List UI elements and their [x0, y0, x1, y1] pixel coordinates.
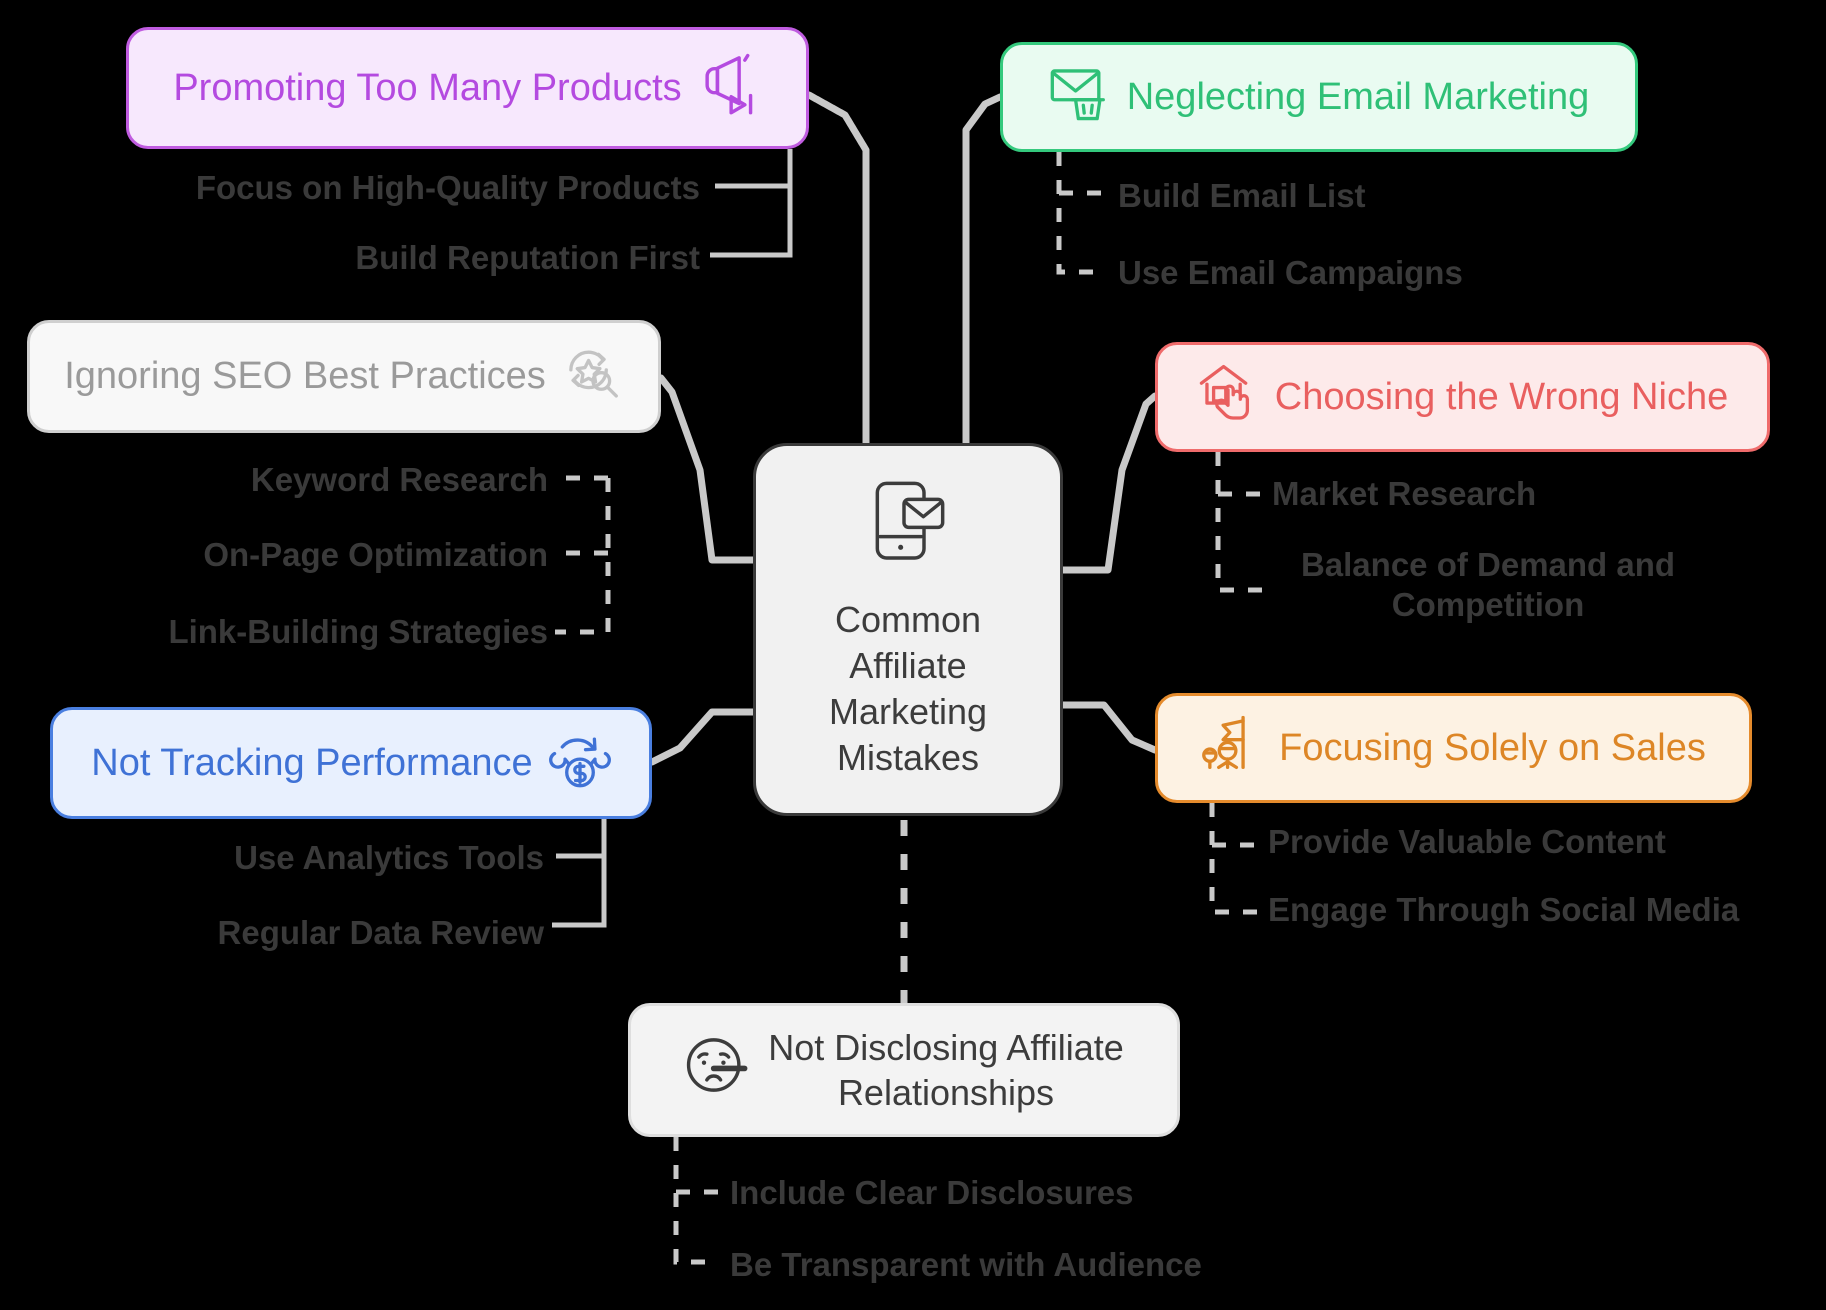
connector-center-seo	[657, 374, 757, 564]
mobile-email-icon	[868, 478, 948, 575]
branch-node-email[interactable]: Neglecting Email Marketing	[1000, 42, 1638, 152]
leaf-niche-0: Market Research	[1272, 475, 1537, 512]
branch-node-disclose[interactable]: Not Disclosing Affiliate Relationships	[628, 1003, 1180, 1137]
email-trash-icon	[1049, 62, 1111, 133]
center-node[interactable]: Common Affiliate Marketing Mistakes	[753, 443, 1063, 816]
connector-seo-leaves	[555, 475, 611, 635]
connector-disclose-leaves	[673, 1137, 718, 1265]
branch-label-seo: Ignoring SEO Best Practices	[64, 355, 546, 398]
branch-node-tracking[interactable]: Not Tracking Performance	[50, 707, 652, 819]
branch-label-disclose: Not Disclosing Affiliate Relationships	[768, 1027, 1124, 1113]
leaf-seo-1: On-Page Optimization	[203, 536, 548, 573]
connector-center-niche	[1059, 392, 1159, 574]
connector-tracking-leaves	[552, 819, 607, 928]
leaf-promoting-1: Build Reputation First	[355, 239, 700, 276]
house-hand-icon	[1197, 361, 1259, 434]
leaf-promoting-0: Focus on High-Quality Products	[195, 169, 700, 206]
leaf-email-0: Build Email List	[1118, 177, 1366, 214]
leaf-tracking-0: Use Analytics Tools	[234, 839, 544, 876]
leaf-email-1: Use Email Campaigns	[1118, 254, 1463, 291]
center-node-label: Common Affiliate Marketing Mistakes	[828, 599, 988, 779]
connector-niche-leaves	[1215, 452, 1262, 593]
branch-label-sales: Focusing Solely on Sales	[1279, 726, 1706, 769]
leaf-seo-2: Link-Building Strategies	[168, 613, 548, 650]
branch-node-promoting[interactable]: Promoting Too Many Products	[126, 27, 809, 149]
leaf-disclose-1: Be Transparent with Audience	[730, 1246, 1202, 1283]
leaf-disclose-0: Include Clear Disclosures	[730, 1174, 1134, 1211]
branch-node-niche[interactable]: Choosing the Wrong Niche	[1155, 342, 1770, 452]
seo-search-star-icon	[562, 340, 624, 413]
connector-email-leaves	[1056, 152, 1104, 275]
people-flag-icon	[1201, 712, 1263, 785]
mindmap-canvas: Common Affiliate Marketing Mistakes Prom…	[0, 0, 1826, 1310]
branch-node-seo[interactable]: Ignoring SEO Best Practices	[27, 320, 661, 433]
branch-label-niche: Choosing the Wrong Niche	[1274, 375, 1729, 418]
connector-sales-leaves	[1209, 803, 1258, 915]
connector-center-tracking	[648, 708, 757, 766]
connector-promoting-leaves	[710, 149, 793, 258]
branch-label-email: Neglecting Email Marketing	[1126, 75, 1590, 118]
leaf-sales-1: Engage Through Social Media	[1268, 891, 1740, 928]
connector-center-promoting	[805, 91, 870, 447]
branch-node-sales[interactable]: Focusing Solely on Sales	[1155, 693, 1752, 803]
connector-center-email	[962, 93, 1004, 447]
branch-label-promoting: Promoting Too Many Products	[173, 66, 682, 109]
megaphone-icon	[698, 51, 762, 126]
leaf-tracking-1: Regular Data Review	[217, 914, 544, 951]
lying-face-icon	[684, 1033, 748, 1106]
leaf-seo-0: Keyword Research	[250, 461, 548, 498]
money-cycle-icon	[548, 727, 611, 800]
branch-label-tracking: Not Tracking Performance	[91, 741, 533, 784]
leaf-niche-1: Balance of Demand and Competition	[1300, 546, 1676, 624]
connector-center-sales	[1059, 701, 1159, 754]
leaf-sales-0: Provide Valuable Content	[1268, 823, 1666, 860]
